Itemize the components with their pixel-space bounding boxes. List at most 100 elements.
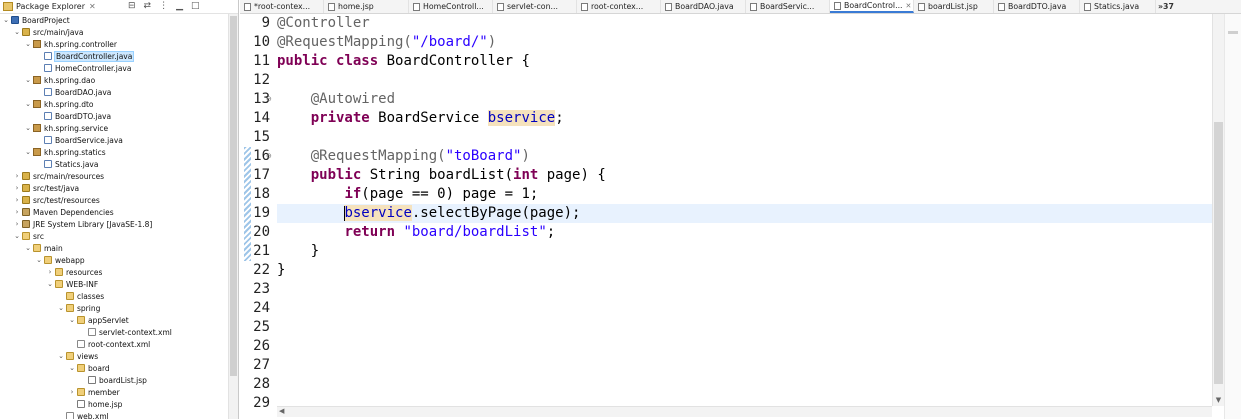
editor-horizontal-scrollbar[interactable]: ◀ [277,406,1212,417]
view-menu-icon[interactable]: ⋮ [159,1,168,11]
tree-item[interactable]: ⌄ kh.spring.dao [0,74,238,86]
expand-chevron-icon[interactable]: ⌄ [68,364,76,372]
expand-chevron-icon[interactable]: ⌄ [24,244,32,252]
code-line[interactable]: bservice.selectByPage(page); [277,204,580,223]
tree-item[interactable]: ⌄ views [0,350,238,362]
editor-vertical-scrollbar[interactable]: ▼ [1212,14,1224,406]
collapse-chevron-icon[interactable]: › [13,196,21,204]
tree-item[interactable]: ⌄ kh.spring.dto [0,98,238,110]
java-editor[interactable]: 9 10 11 12 13 ⊖ 14 15 16 ⊖ 17 18 19 20 21 22 23 24 25 26 27 2… [240,14,1241,419]
code-line[interactable]: @RequestMapping("/board/") [277,33,496,52]
tree-item[interactable]: servlet-context.xml [0,326,238,338]
maximize-view-icon[interactable]: □ [191,1,200,11]
expand-chevron-icon[interactable]: ⌄ [35,256,43,264]
tree-item[interactable]: ⌄ appServlet [0,314,238,326]
collapse-chevron-icon[interactable]: › [13,208,21,216]
code-line[interactable]: private BoardService bservice; [277,109,564,128]
tree-item[interactable]: ⌄ kh.spring.service [0,122,238,134]
scroll-left-arrow-icon[interactable]: ◀ [279,407,284,415]
collapse-all-icon[interactable]: ⊟ [128,1,136,11]
tree-item[interactable]: Statics.java [0,158,238,170]
tree-item[interactable]: ⌄ kh.spring.statics [0,146,238,158]
editor-tab[interactable]: servlet-con... [493,0,577,13]
collapse-chevron-icon[interactable]: › [46,268,54,276]
code-line[interactable]: public class BoardController { [277,52,530,71]
code-line[interactable]: public String boardList(int page) { [277,166,606,185]
tree-item[interactable]: › Maven Dependencies [0,206,238,218]
scroll-down-arrow-icon[interactable]: ▼ [1214,396,1223,404]
editor-tab[interactable]: BoardServic... [746,0,830,13]
scrollbar-thumb[interactable] [1214,122,1223,384]
tab-overflow-button[interactable]: »37 [1156,0,1174,13]
project-icon [11,16,19,24]
tree-item[interactable]: BoardService.java [0,134,238,146]
code-line[interactable]: } [277,242,319,261]
editor-tab[interactable]: root-contex... [577,0,661,13]
expand-chevron-icon[interactable]: ⌄ [24,40,32,48]
code-line[interactable]: if(page == 0) page = 1; [277,185,538,204]
package-explorer-scrollbar[interactable] [228,14,238,419]
expand-chevron-icon[interactable]: ⌄ [24,124,32,132]
code-line[interactable]: return "board/boardList"; [277,223,555,242]
code-line[interactable]: @RequestMapping("toBoard") [277,147,530,166]
scrollbar-thumb[interactable] [230,16,237,376]
editor-tab[interactable]: Statics.java [1080,0,1156,13]
tree-item[interactable]: BoardDTO.java [0,110,238,122]
tree-item[interactable]: ⌄ board [0,362,238,374]
link-with-editor-icon[interactable]: ⇄ [144,1,152,11]
code-line[interactable]: @Autowired [277,90,395,109]
tree-item[interactable]: root-context.xml [0,338,238,350]
expand-chevron-icon[interactable]: ⌄ [57,304,65,312]
tree-item[interactable]: › member [0,386,238,398]
editor-tab[interactable]: home.jsp [324,0,409,13]
tree-item-label: boardList.jsp [99,375,147,385]
collapse-chevron-icon[interactable]: › [13,220,21,228]
expand-chevron-icon[interactable]: ⌄ [68,316,76,324]
tree-item[interactable]: ⌄ WEB-INF [0,278,238,290]
expand-chevron-icon[interactable]: ⌄ [57,352,65,360]
expand-chevron-icon[interactable]: ⌄ [13,232,21,240]
tree-item[interactable]: › src/main/resources [0,170,238,182]
code-token: bservice [344,205,412,221]
expand-chevron-icon[interactable]: ⌄ [2,16,10,24]
tree-item[interactable]: ⌄ src/main/java [0,26,238,38]
code-line[interactable]: @Controller [277,14,370,33]
editor-tab[interactable]: *root-contex... [240,0,324,13]
expand-chevron-icon[interactable]: ⌄ [24,148,32,156]
editor-tab[interactable]: BoardDTO.java [994,0,1080,13]
expand-chevron-icon[interactable]: ⌄ [13,28,21,36]
editor-tab[interactable]: boardList.jsp [914,0,994,13]
tree-item[interactable]: ⌄ spring [0,302,238,314]
tree-item[interactable]: BoardDAO.java [0,86,238,98]
tree-item[interactable]: › resources [0,266,238,278]
expand-chevron-icon[interactable]: ⌄ [46,280,54,288]
tree-item[interactable]: BoardController.java [0,50,238,62]
collapse-chevron-icon[interactable]: › [13,172,21,180]
minimize-view-icon[interactable]: ▁ [176,1,183,11]
fold-collapse-icon[interactable]: ⊖ [266,152,272,160]
editor-tab[interactable]: BoardControl... ✕ [830,0,914,13]
tree-item[interactable]: ⌄ webapp [0,254,238,266]
tree-item[interactable]: HomeController.java [0,62,238,74]
tree-item[interactable]: ⌄ kh.spring.controller [0,38,238,50]
tree-item[interactable]: ⌄ src [0,230,238,242]
tree-item[interactable]: › src/test/resources [0,194,238,206]
tree-item[interactable]: › src/test/java [0,182,238,194]
editor-tab[interactable]: HomeControll... [409,0,493,13]
editor-tab[interactable]: BoardDAO.java [661,0,746,13]
close-view-icon[interactable]: ✕ [89,2,96,11]
tree-item[interactable]: ⌄ BoardProject [0,14,238,26]
close-tab-icon[interactable]: ✕ [906,2,912,10]
tree-item[interactable]: classes [0,290,238,302]
expand-chevron-icon[interactable]: ⌄ [24,100,32,108]
tree-item[interactable]: home.jsp [0,398,238,410]
tree-item[interactable]: web.xml [0,410,238,419]
tree-item[interactable]: boardList.jsp [0,374,238,386]
code-line[interactable]: } [277,261,285,280]
tree-item[interactable]: › JRE System Library [JavaSE-1.8] [0,218,238,230]
expand-chevron-icon[interactable]: ⌄ [24,76,32,84]
fold-collapse-icon[interactable]: ⊖ [266,95,272,103]
collapse-chevron-icon[interactable]: › [13,184,21,192]
collapse-chevron-icon[interactable]: › [68,388,76,396]
tree-item[interactable]: ⌄ main [0,242,238,254]
